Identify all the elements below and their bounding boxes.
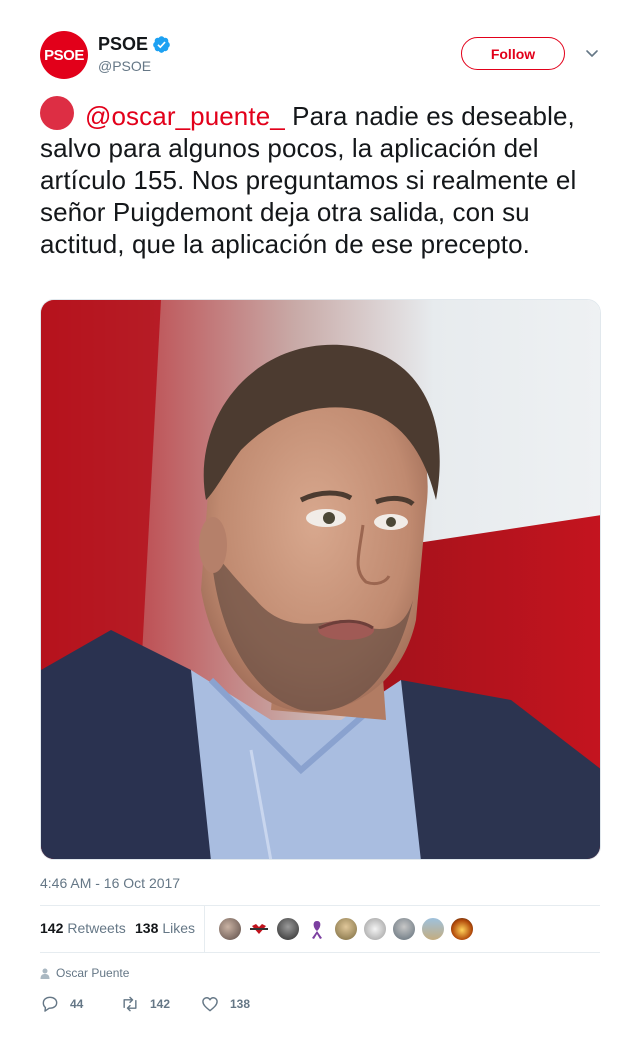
retweets-stat[interactable]: 142 Retweets bbox=[40, 920, 126, 936]
account-name-block[interactable]: PSOE @PSOE bbox=[98, 33, 171, 74]
liker-avatar[interactable] bbox=[305, 917, 329, 941]
liker-avatar[interactable] bbox=[363, 917, 387, 941]
liker-avatar[interactable] bbox=[450, 917, 474, 941]
retweets-label: Retweets bbox=[67, 920, 126, 936]
tweet-stats: 142 Retweets 138 Likes bbox=[40, 905, 600, 953]
tweet-photo[interactable] bbox=[40, 299, 601, 860]
like-count: 138 bbox=[230, 997, 251, 1011]
follow-button[interactable]: Follow bbox=[461, 37, 565, 70]
tweet-header: PSOE PSOE @PSOE Follow bbox=[40, 31, 600, 79]
photo-illustration bbox=[41, 300, 600, 859]
display-name-text: PSOE bbox=[98, 34, 149, 54]
context-user-name[interactable]: Oscar Puente bbox=[56, 966, 129, 980]
display-name[interactable]: PSOE bbox=[98, 33, 171, 55]
retweet-count: 142 bbox=[150, 997, 171, 1011]
reply-count: 44 bbox=[70, 997, 84, 1011]
reply-button[interactable]: 44 bbox=[40, 994, 83, 1014]
retweet-icon bbox=[123, 996, 137, 1012]
liker-avatar[interactable] bbox=[247, 917, 271, 941]
reply-context: Oscar Puente bbox=[40, 966, 129, 980]
liker-avatar[interactable] bbox=[334, 917, 358, 941]
likes-label: Likes bbox=[162, 920, 196, 936]
heart-icon bbox=[202, 997, 218, 1012]
liker-avatar[interactable] bbox=[392, 917, 416, 941]
red-circle-icon bbox=[40, 96, 74, 130]
avatar[interactable]: PSOE bbox=[40, 31, 88, 79]
tweet-timestamp[interactable]: 4:46 AM - 16 Oct 2017 bbox=[40, 875, 180, 891]
mention-link[interactable]: @oscar_puente_ bbox=[85, 101, 285, 131]
avatar-text: PSOE bbox=[44, 46, 84, 64]
chevron-down-icon[interactable] bbox=[584, 45, 600, 61]
likes-stat[interactable]: 138 Likes bbox=[135, 920, 195, 936]
reply-icon bbox=[42, 996, 58, 1012]
account-handle[interactable]: @PSOE bbox=[98, 58, 171, 74]
retweet-button[interactable]: 142 bbox=[120, 994, 170, 1014]
stats-divider bbox=[204, 906, 205, 952]
verified-badge-icon bbox=[153, 35, 170, 53]
retweets-count: 142 bbox=[40, 920, 64, 936]
tweet-text: @oscar_puente_ Para nadie es deseable, s… bbox=[40, 96, 605, 260]
liker-avatar[interactable] bbox=[218, 917, 242, 941]
person-icon bbox=[40, 968, 50, 979]
like-button[interactable]: 138 bbox=[200, 994, 250, 1014]
liker-avatar[interactable] bbox=[276, 917, 300, 941]
liker-avatar[interactable] bbox=[421, 917, 445, 941]
likes-count: 138 bbox=[135, 920, 159, 936]
